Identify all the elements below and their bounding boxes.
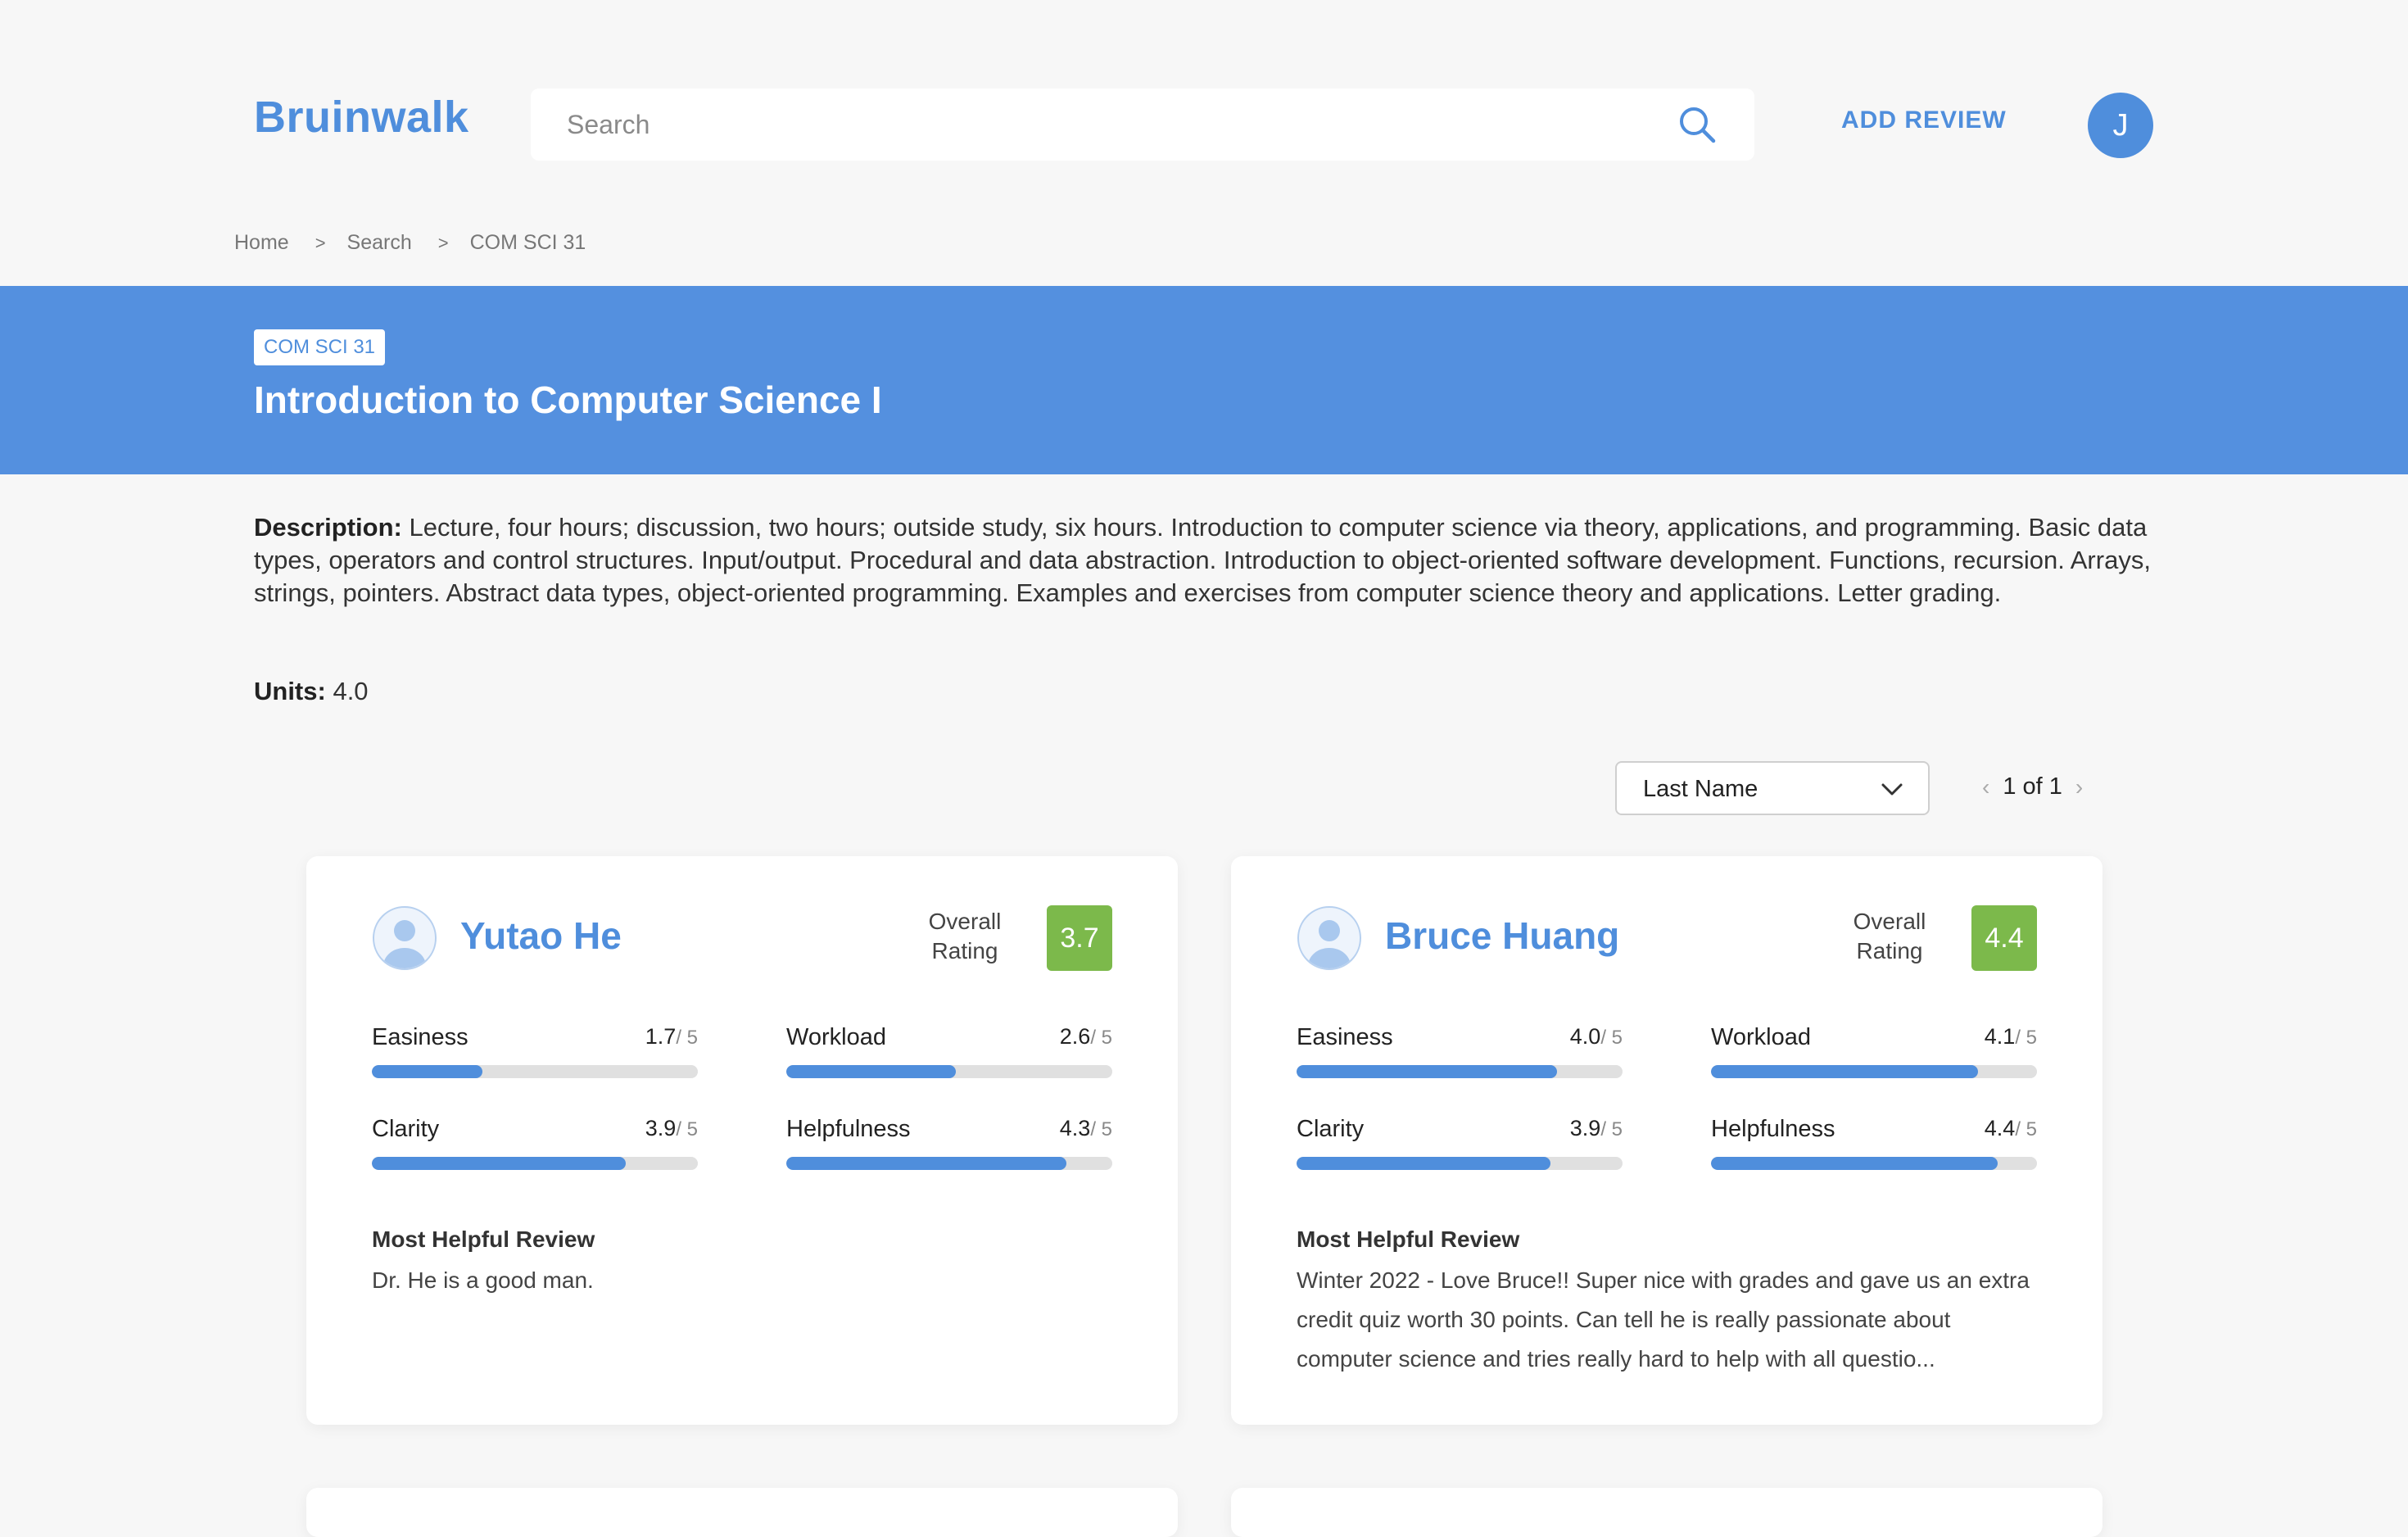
metric-value: 4.0/ 5 bbox=[1570, 1024, 1623, 1050]
pagination: ‹ 1 of 1 › bbox=[1982, 773, 2083, 800]
overall-label-line1: Overall bbox=[1853, 909, 1926, 934]
course-units: Units: 4.0 bbox=[254, 677, 369, 706]
metric-bar-fill bbox=[1297, 1157, 1551, 1170]
metric-bar bbox=[1711, 1065, 2037, 1078]
metric-score: 3.9 bbox=[1569, 1116, 1601, 1140]
overall-rating-label: Overall Rating bbox=[1832, 907, 1947, 966]
metric-bar bbox=[372, 1065, 698, 1078]
metric-bar bbox=[1297, 1157, 1623, 1170]
metric-label: Easiness bbox=[1297, 1024, 1393, 1050]
prev-page-button[interactable]: ‹ bbox=[1982, 774, 1989, 800]
metric-max: / 5 bbox=[676, 1118, 698, 1140]
metric-score: 1.7 bbox=[645, 1024, 677, 1049]
metric-bar-fill bbox=[372, 1065, 483, 1078]
metric-label: Clarity bbox=[372, 1116, 440, 1142]
sort-selected-value: Last Name bbox=[1643, 776, 1758, 802]
most-helpful-review-text: Winter 2022 - Love Bruce!! Super nice wi… bbox=[1297, 1267, 2030, 1372]
metric-value: 4.3/ 5 bbox=[1060, 1116, 1112, 1141]
description-text: Lecture, four hours; discussion, two hou… bbox=[254, 513, 2151, 607]
course-banner: COM SCI 31 Introduction to Computer Scie… bbox=[0, 286, 2408, 474]
metric-label: Workload bbox=[786, 1024, 886, 1050]
metric-max: / 5 bbox=[1090, 1118, 1112, 1140]
professor-name[interactable]: Bruce Huang bbox=[1385, 914, 1619, 958]
breadcrumb: Home > Search > COM SCI 31 bbox=[234, 231, 586, 255]
overall-label-line1: Overall bbox=[928, 909, 1002, 934]
overall-rating-badge: 4.4 bbox=[1971, 905, 2037, 971]
metric-score: 4.0 bbox=[1569, 1024, 1601, 1049]
professor-name[interactable]: Yutao He bbox=[460, 914, 622, 958]
metric-bar-fill bbox=[1711, 1065, 1979, 1078]
metric-max: / 5 bbox=[2015, 1118, 2037, 1140]
overall-label-line2: Rating bbox=[931, 938, 998, 963]
metric-score: 3.9 bbox=[645, 1116, 677, 1140]
metric-value: 4.1/ 5 bbox=[1985, 1024, 2037, 1050]
units-value: 4.0 bbox=[333, 677, 369, 705]
most-helpful-review-title: Most Helpful Review bbox=[372, 1226, 595, 1252]
overall-rating-label: Overall Rating bbox=[908, 907, 1022, 966]
add-review-button[interactable]: ADD REVIEW bbox=[1841, 107, 2007, 134]
metric-bar bbox=[786, 1065, 1112, 1078]
search-icon[interactable] bbox=[1676, 103, 1718, 146]
course-code-badge: COM SCI 31 bbox=[254, 329, 386, 365]
metric-max: / 5 bbox=[676, 1027, 698, 1049]
professor-card[interactable] bbox=[306, 1488, 1178, 1537]
course-description: Description: Lecture, four hours; discus… bbox=[254, 511, 2154, 610]
page-indicator: 1 of 1 bbox=[2003, 773, 2062, 800]
metric-bar bbox=[786, 1157, 1112, 1170]
metric-bar-fill bbox=[786, 1157, 1067, 1170]
search-input[interactable] bbox=[567, 88, 1632, 161]
metric-value: 1.7/ 5 bbox=[645, 1024, 698, 1050]
metric-max: / 5 bbox=[2015, 1027, 2037, 1049]
professor-avatar-icon bbox=[1297, 906, 1361, 970]
metric-bar-fill bbox=[786, 1065, 956, 1078]
metric-value: 3.9/ 5 bbox=[1570, 1116, 1623, 1141]
metric-bar bbox=[1297, 1065, 1623, 1078]
most-helpful-review-title: Most Helpful Review bbox=[1297, 1226, 1520, 1252]
professor-card[interactable]: Yutao He Overall Rating 3.7 Easiness 1.7… bbox=[306, 856, 1178, 1425]
metric-score: 2.6 bbox=[1059, 1024, 1091, 1049]
next-page-button[interactable]: › bbox=[2075, 774, 2083, 800]
units-label: Units: bbox=[254, 677, 326, 705]
metric-bar-fill bbox=[1711, 1157, 1998, 1170]
professor-card[interactable] bbox=[1231, 1488, 2102, 1537]
breadcrumb-home[interactable]: Home bbox=[234, 231, 289, 255]
breadcrumb-separator: > bbox=[315, 232, 326, 253]
metric-bar bbox=[372, 1157, 698, 1170]
course-title: Introduction to Computer Science I bbox=[254, 379, 882, 421]
site-logo[interactable]: Bruinwalk bbox=[254, 92, 469, 143]
most-helpful-review-text: Dr. He is a good man. bbox=[372, 1267, 594, 1293]
metric-label: Helpfulness bbox=[786, 1116, 911, 1142]
metric-value: 2.6/ 5 bbox=[1060, 1024, 1112, 1050]
metric-label: Workload bbox=[1711, 1024, 1811, 1050]
professor-avatar-icon bbox=[373, 906, 437, 970]
professor-card[interactable]: Bruce Huang Overall Rating 4.4 Easiness … bbox=[1231, 856, 2102, 1425]
metric-label: Helpfulness bbox=[1711, 1116, 1835, 1142]
metric-score: 4.4 bbox=[1984, 1116, 2016, 1140]
sort-dropdown[interactable]: Last Name bbox=[1615, 761, 1930, 815]
metric-value: 3.9/ 5 bbox=[645, 1116, 698, 1141]
description-label: Description: bbox=[254, 513, 402, 542]
user-avatar[interactable]: J bbox=[2088, 93, 2153, 158]
breadcrumb-search[interactable]: Search bbox=[347, 231, 412, 255]
overall-rating-badge: 3.7 bbox=[1047, 905, 1112, 971]
metric-bar-fill bbox=[1297, 1065, 1558, 1078]
metric-label: Easiness bbox=[372, 1024, 468, 1050]
metric-bar-fill bbox=[372, 1157, 627, 1170]
breadcrumb-separator: > bbox=[437, 232, 449, 253]
metric-max: / 5 bbox=[1600, 1118, 1623, 1140]
search-bar[interactable] bbox=[531, 88, 1754, 161]
metric-score: 4.1 bbox=[1984, 1024, 2016, 1049]
metric-label: Clarity bbox=[1297, 1116, 1365, 1142]
metric-max: / 5 bbox=[1090, 1027, 1112, 1049]
chevron-down-icon bbox=[1881, 783, 1903, 796]
overall-label-line2: Rating bbox=[1856, 938, 1923, 963]
top-header: Bruinwalk ADD REVIEW J bbox=[0, 0, 2408, 246]
metric-max: / 5 bbox=[1600, 1027, 1623, 1049]
breadcrumb-current: COM SCI 31 bbox=[469, 231, 586, 254]
metric-score: 4.3 bbox=[1059, 1116, 1091, 1140]
metric-bar bbox=[1711, 1157, 2037, 1170]
metric-value: 4.4/ 5 bbox=[1985, 1116, 2037, 1141]
